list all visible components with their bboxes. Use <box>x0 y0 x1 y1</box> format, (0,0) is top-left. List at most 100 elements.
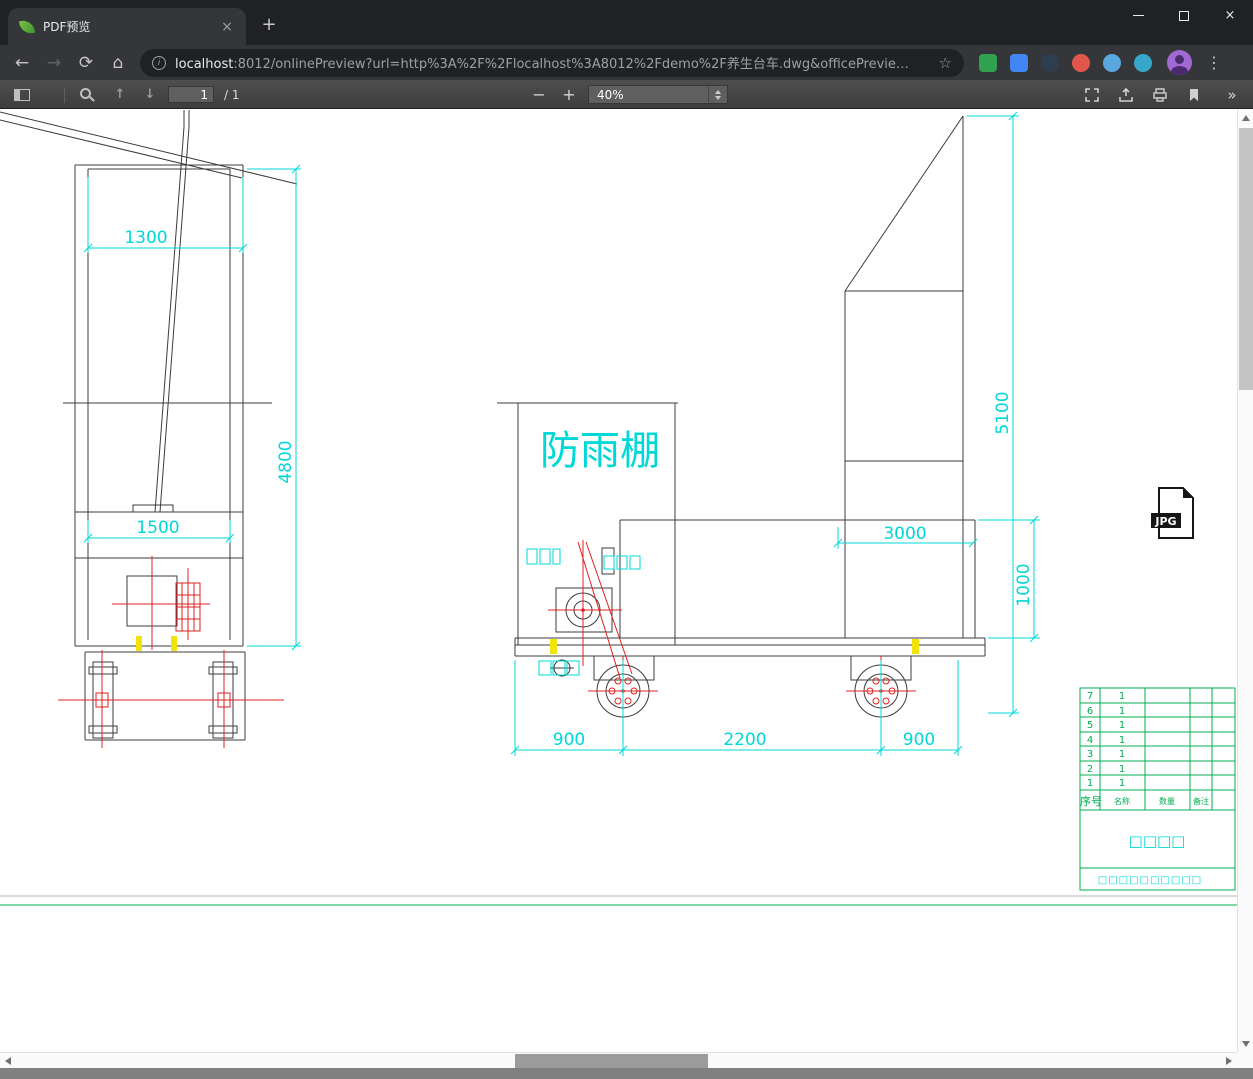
sidebar-toggle-icon <box>14 88 30 101</box>
extension-icon-1[interactable] <box>979 53 997 72</box>
bookmark-star-icon[interactable]: ☆ <box>939 54 952 72</box>
scroll-left-icon <box>5 1057 11 1065</box>
horizontal-scroll-thumb[interactable] <box>515 1054 708 1068</box>
horizontal-scrollbar[interactable] <box>0 1052 1237 1068</box>
extension-icon-4[interactable] <box>1072 53 1090 72</box>
title-block-col-note: 备注 <box>1193 796 1209 806</box>
print-button[interactable] <box>1148 80 1172 109</box>
extension-icon-3[interactable] <box>1041 53 1059 72</box>
avatar-body-icon <box>1171 66 1188 75</box>
tab-close-icon[interactable]: × <box>218 19 236 35</box>
window-maximize-button[interactable] <box>1161 0 1207 31</box>
svg-text:1: 1 <box>1119 749 1125 760</box>
page-number-input[interactable] <box>168 86 214 103</box>
scroll-down-button[interactable] <box>1238 1035 1253 1052</box>
home-button[interactable]: ⌂ <box>102 49 134 77</box>
more-tools-button[interactable]: » <box>1220 80 1244 109</box>
address-bar[interactable]: i localhost:8012/onlinePreview?url=http%… <box>140 48 964 77</box>
front-base-frame <box>84 651 246 741</box>
page-info-icon[interactable]: i <box>152 55 166 70</box>
search-icon <box>79 87 94 102</box>
dim-900-right: 900 <box>903 730 935 750</box>
scroll-right-button[interactable] <box>1221 1053 1237 1069</box>
previous-page-button[interactable]: ↑ <box>108 80 132 109</box>
front-dimension-lines <box>83 164 301 651</box>
fullscreen-button[interactable] <box>1080 80 1104 109</box>
open-file-button[interactable] <box>1114 80 1138 109</box>
svg-text:□□□□: □□□□ <box>1129 832 1186 850</box>
extension-icon-2[interactable] <box>1010 53 1028 72</box>
browser-tab[interactable]: PDF预览 × <box>8 8 246 45</box>
profile-avatar[interactable] <box>1167 50 1192 75</box>
svg-text:1: 1 <box>1119 764 1125 775</box>
minimize-icon <box>1132 15 1144 16</box>
extension-icon-5[interactable] <box>1103 53 1121 72</box>
url-rest: :8012/onlinePreview?url=http%3A%2F%2Floc… <box>233 57 909 72</box>
url-host: localhost <box>175 57 234 72</box>
extension-icon-6[interactable] <box>1134 53 1152 72</box>
maximize-icon <box>1179 10 1189 21</box>
dim-900-left: 900 <box>553 730 585 750</box>
svg-text:7: 7 <box>1087 691 1093 702</box>
open-file-icon <box>1119 87 1133 102</box>
svg-text:6: 6 <box>1087 706 1093 717</box>
jpg-icon-label: JPG <box>1154 515 1176 528</box>
vertical-scroll-thumb[interactable] <box>1239 128 1253 390</box>
scroll-up-button[interactable] <box>1238 109 1253 126</box>
zoom-select[interactable]: 40% <box>588 85 728 104</box>
tab-title: PDF预览 <box>43 20 91 34</box>
url-text[interactable]: localhost:8012/onlinePreview?url=http%3A… <box>175 53 933 72</box>
title-block-col-qty: 数量 <box>1159 796 1175 806</box>
next-page-button[interactable]: ↓ <box>138 80 162 109</box>
title-block-grid <box>1079 687 1236 891</box>
fullscreen-icon <box>1085 87 1099 102</box>
window-close-button[interactable]: × <box>1207 0 1253 31</box>
front-roof-lines <box>0 111 298 185</box>
svg-text:4: 4 <box>1087 735 1093 746</box>
jpg-file-icon: JPG <box>1150 487 1196 539</box>
svg-text:1: 1 <box>1087 778 1093 789</box>
browser-navbar: ← → ⟳ ⌂ i localhost:8012/onlinePreview?u… <box>0 45 1253 80</box>
scroll-left-button[interactable] <box>0 1053 16 1069</box>
vertical-scrollbar[interactable] <box>1237 109 1253 1052</box>
search-button[interactable] <box>74 80 98 109</box>
zoom-out-button[interactable]: − <box>528 80 550 109</box>
extensions-row <box>979 53 1152 72</box>
leaf-favicon-icon <box>18 18 36 35</box>
svg-text:1: 1 <box>1119 735 1125 746</box>
reload-button[interactable]: ⟳ <box>70 49 102 77</box>
side-tall-structure <box>844 115 964 638</box>
new-tab-button[interactable]: + <box>258 14 280 35</box>
sidebar-toggle-button[interactable] <box>10 80 34 109</box>
zoom-value: 40% <box>597 87 624 102</box>
title-block-col-index: 序号 <box>1080 794 1102 808</box>
svg-text:2: 2 <box>1087 764 1093 775</box>
scroll-down-icon <box>1242 1040 1250 1047</box>
browser-titlebar: PDF预览 × + × <box>0 0 1253 45</box>
zoom-in-button[interactable]: + <box>558 80 580 109</box>
window-minimize-button[interactable] <box>1115 0 1161 31</box>
cad-drawing: 1300 4800 1500 5100 3000 1000 900 2200 9… <box>0 110 1237 906</box>
svg-text:1: 1 <box>1119 706 1125 717</box>
scroll-up-icon <box>1242 114 1250 121</box>
dim-5100: 5100 <box>993 391 1013 434</box>
print-icon <box>1153 87 1167 102</box>
jpg-icon-fold <box>1183 488 1193 498</box>
title-block-col-name: 名称 <box>1114 796 1130 806</box>
avatar-head-icon <box>1175 55 1184 64</box>
side-red-centerlines <box>548 540 916 726</box>
browser-menu-icon[interactable]: ⋮ <box>1204 53 1224 72</box>
dim-4800: 4800 <box>276 440 296 483</box>
svg-text:5: 5 <box>1087 720 1093 731</box>
title-block-cyan-text: □□□□ □□□□□□□□□□ <box>1098 832 1201 886</box>
front-red-components <box>95 582 231 708</box>
scroll-right-icon <box>1226 1057 1232 1065</box>
back-button[interactable]: ← <box>6 49 38 77</box>
forward-button[interactable]: → <box>38 49 70 77</box>
bookmark-icon <box>1190 88 1198 101</box>
scrollbar-corner <box>1237 1052 1253 1068</box>
front-mast-strut <box>154 110 190 513</box>
pdf-toolbar: ↑ ↓ / 1 − + 40% » <box>0 80 1253 109</box>
window-controls: × <box>1115 0 1253 31</box>
bookmark-button[interactable] <box>1182 80 1206 109</box>
